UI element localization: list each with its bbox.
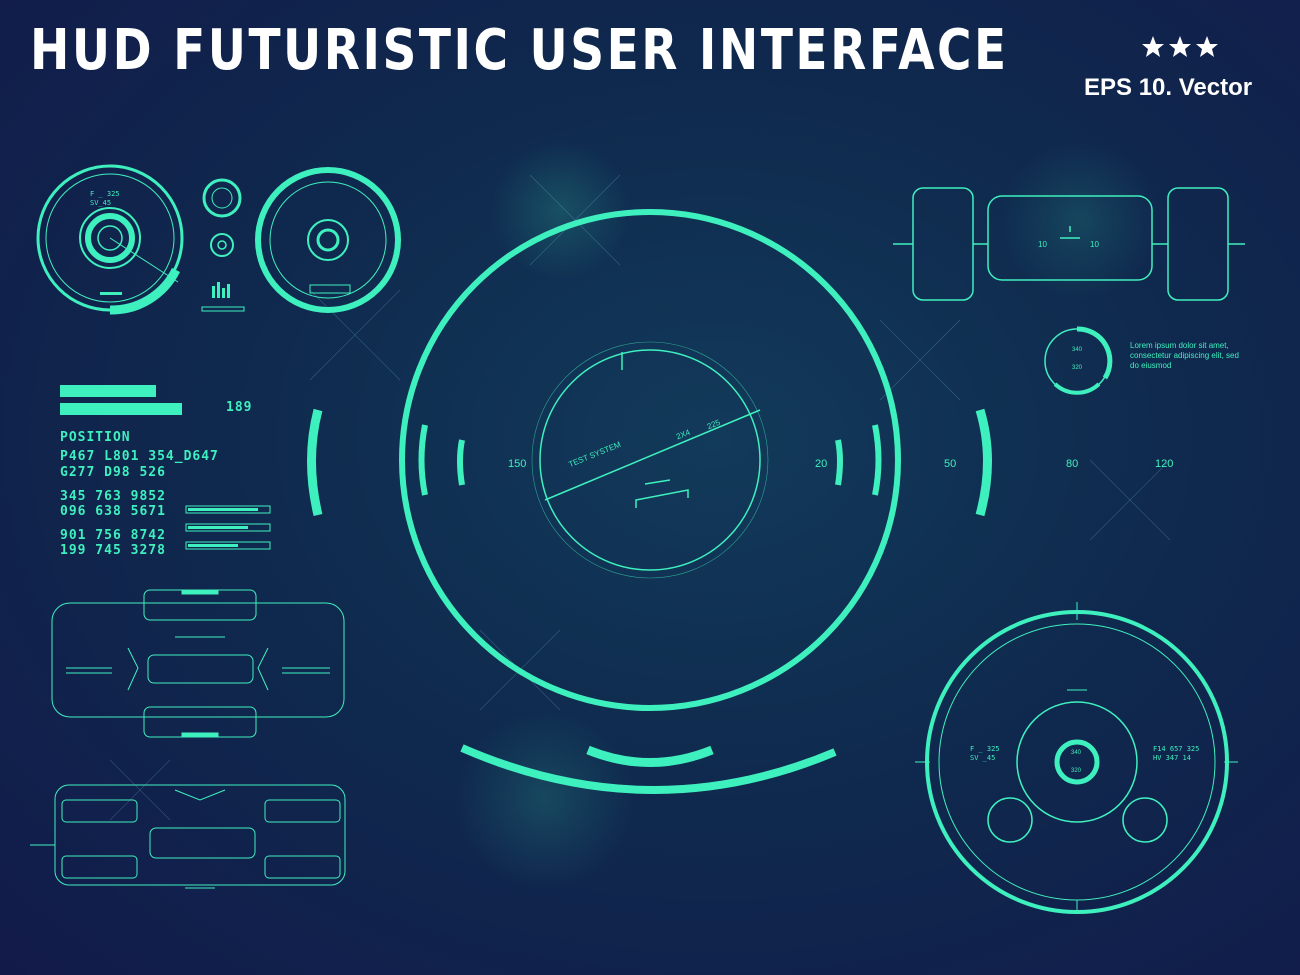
gauge1-sublabel: SV_45: [90, 199, 112, 207]
bottom-left-readout: F _ 325: [970, 745, 1000, 753]
left-mid-frames: [51, 589, 345, 738]
small-right-gauge: [1044, 326, 1113, 395]
scale-value-3: 120: [1155, 458, 1174, 470]
hud-canvas: [30, 140, 1245, 914]
code-line-2: G277 D98 526: [60, 465, 166, 480]
mini-gauges: [201, 178, 245, 312]
small-gauge-top: 340: [1072, 347, 1083, 353]
frame-left-value: 10: [1038, 240, 1047, 249]
status-number: 189: [226, 400, 253, 415]
bottom-right-readout: F14 657 325: [1153, 745, 1200, 753]
left-bottom-frames: [30, 784, 346, 889]
center-hud: [307, 209, 992, 794]
small-gauge-bottom: 320: [1072, 365, 1083, 371]
center-right-value: 20: [815, 458, 828, 470]
gauge1-label: F _ 325: [90, 190, 120, 198]
frame-right-value: 10: [1090, 240, 1099, 249]
center-left-value: 150: [508, 458, 527, 470]
position-label: POSITION: [60, 430, 131, 445]
number-line-3: 901 756 8742: [60, 528, 166, 543]
gauge-right: [255, 167, 401, 313]
number-line-1: 345 763 9852: [60, 489, 166, 504]
inner-gauge-top: 340: [1071, 750, 1082, 756]
number-line-4: 199 745 3278: [60, 543, 166, 558]
gauge-left: [36, 164, 184, 315]
bottom-left-subreadout: SV _45: [970, 754, 996, 762]
number-line-2: 096 638 5671: [60, 504, 166, 519]
lorem-text: Lorem ipsum dolor sit amet, consectetur …: [1130, 341, 1239, 370]
bottom-right-subreadout: HV 347 14: [1153, 754, 1191, 762]
code-line-1: P467 L801 354_D647: [60, 449, 219, 464]
inner-gauge-bottom: 320: [1071, 768, 1082, 774]
scale-value-2: 80: [1066, 458, 1079, 470]
scale-value-1: 50: [944, 458, 957, 470]
